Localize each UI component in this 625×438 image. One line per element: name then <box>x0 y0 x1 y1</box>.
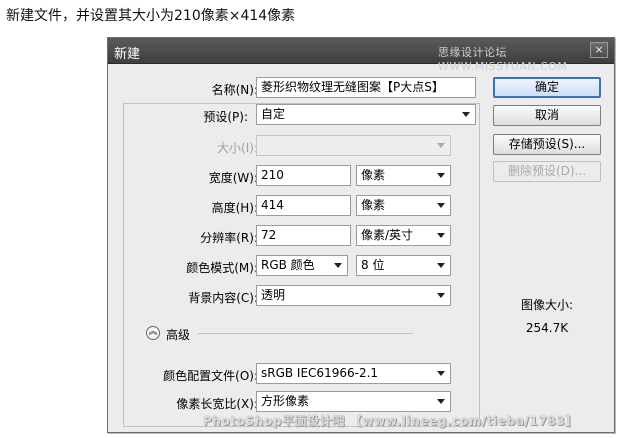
color-profile-label: 颜色配置文件(O): <box>163 369 258 383</box>
save-preset-button[interactable]: 存储预设(S)... <box>493 134 601 155</box>
height-label: 高度(H): <box>211 201 258 215</box>
brand-watermark: 思缘设计论坛 WWW.MISSYUAN.COM <box>438 46 568 73</box>
pixel-aspect-select[interactable]: 方形像素 <box>256 391 451 412</box>
advanced-divider <box>198 333 413 334</box>
background-label: 背景内容(C): <box>188 291 258 305</box>
chevron-down-icon <box>437 293 445 298</box>
name-label: 名称(N): <box>211 83 258 97</box>
chevron-down-icon <box>437 203 445 208</box>
preset-label: 预设(P): <box>203 110 248 124</box>
resolution-field[interactable]: 72 <box>256 225 351 246</box>
width-unit-value: 像素 <box>361 168 386 182</box>
dialog-title: 新建 <box>114 47 141 62</box>
height-unit-value: 像素 <box>361 198 386 212</box>
footer-watermark: PhotoShop平面设计吧 【www.lineeg.com/tieba/178… <box>203 414 578 428</box>
width-field[interactable]: 210 <box>256 165 351 186</box>
tutorial-caption: 新建文件，并设置其大小为210像素×414像素 <box>6 8 296 24</box>
color-mode-select[interactable]: RGB 颜色 <box>256 255 348 276</box>
close-button[interactable]: × <box>590 42 608 58</box>
resolution-label: 分辨率(R): <box>200 231 258 245</box>
color-profile-value: sRGB IEC61966-2.1 <box>261 366 379 380</box>
chevron-down-icon <box>462 112 470 117</box>
chevron-down-icon <box>437 173 445 178</box>
width-label: 宽度(W): <box>208 171 258 185</box>
size-label: 大小(I): <box>217 141 258 155</box>
ok-button[interactable]: 确定 <box>493 77 601 98</box>
pixel-aspect-value: 方形像素 <box>261 394 310 408</box>
dialog-titlebar[interactable]: 新建 思缘设计论坛 WWW.MISSYUAN.COM × <box>108 38 614 73</box>
resolution-unit-value: 像素/英寸 <box>361 228 414 242</box>
color-mode-label: 颜色模式(M): <box>186 261 258 275</box>
background-select[interactable]: 透明 <box>256 285 451 306</box>
height-unit-select[interactable]: 像素 <box>356 195 451 216</box>
name-field[interactable]: 菱形织物纹理无缝图案【P大点S】 <box>256 77 476 98</box>
chevron-down-icon <box>437 233 445 238</box>
bit-depth-select[interactable]: 8 位 <box>356 255 451 276</box>
background-value: 透明 <box>261 288 286 302</box>
width-unit-select[interactable]: 像素 <box>356 165 451 186</box>
chevron-up-double-icon: ︽ <box>146 326 160 340</box>
size-select <box>256 135 451 156</box>
chevron-down-icon <box>437 399 445 404</box>
image-size-label: 图像大小: <box>520 298 574 312</box>
chevron-down-icon <box>437 371 445 376</box>
advanced-label: 高级 <box>166 328 191 342</box>
preset-select-value: 自定 <box>261 107 286 121</box>
height-field[interactable]: 414 <box>256 195 351 216</box>
color-mode-value: RGB 颜色 <box>261 258 315 272</box>
new-document-dialog: 新建 思缘设计论坛 WWW.MISSYUAN.COM × 名称(N): 菱形织物… <box>107 37 615 433</box>
resolution-unit-select[interactable]: 像素/英寸 <box>356 225 451 246</box>
bit-depth-value: 8 位 <box>361 258 385 272</box>
cancel-button[interactable]: 取消 <box>493 105 601 126</box>
pixel-aspect-label: 像素长宽比(X): <box>176 397 258 411</box>
color-profile-select[interactable]: sRGB IEC61966-2.1 <box>256 363 451 384</box>
delete-preset-button: 删除预设(D)... <box>493 161 601 182</box>
chevron-down-icon <box>334 263 342 268</box>
preset-select[interactable]: 自定 <box>256 104 476 125</box>
chevron-down-icon <box>437 263 445 268</box>
image-size-value: 254.7K <box>525 321 569 335</box>
chevron-down-icon <box>437 143 445 148</box>
